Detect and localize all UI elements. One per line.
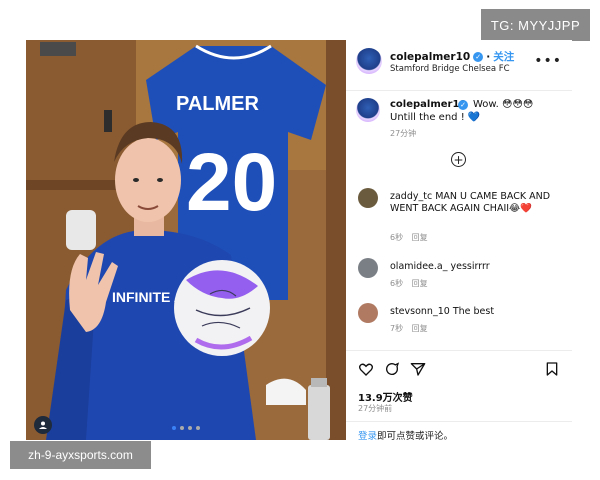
comment-body: zaddy_tc MAN U CAME BACK AND WENT BACK A… — [390, 191, 566, 215]
more-options-icon[interactable]: ••• — [534, 53, 562, 69]
comment-meta: 7秒 回复 — [390, 323, 434, 334]
watermark-bottom: zh-9-ayxsports.com — [10, 441, 151, 469]
likes-count[interactable]: 13.9万次赞 — [358, 389, 413, 404]
comment-body: stevsonn_10 The best — [390, 306, 566, 318]
login-prompt-text: 即可点赞或评论。 — [377, 431, 454, 440]
author-username[interactable]: colepalmer10 — [390, 51, 470, 63]
caption-text: Wow. 😳😳😳 — [473, 99, 534, 110]
comment-text: yessirrrr — [450, 261, 490, 272]
post-sidebar: colepalmer10 ✓ · 关注 Stamford Bridge Chel… — [346, 40, 572, 440]
jersey-name-text: PALMER — [176, 93, 260, 115]
verified-badge-icon: ✓ — [473, 51, 484, 62]
comment-text: The best — [452, 306, 495, 317]
comment-meta: 6秒 回复 — [390, 232, 434, 243]
share-send-icon[interactable] — [410, 361, 426, 377]
player-photo-illustration: PALMER 20 INFINITE ATHLETE — [26, 40, 346, 440]
load-more-comments-icon[interactable]: + — [451, 152, 466, 167]
commenter-avatar[interactable] — [358, 188, 378, 208]
caption-text-line2: Untill the end ! 💙 — [390, 112, 481, 123]
commenter-username[interactable]: zaddy_tc — [390, 191, 432, 202]
author-username-row: colepalmer10 ✓ · 关注 — [390, 49, 515, 64]
commenter-avatar[interactable] — [358, 258, 378, 278]
caption-time: 27分钟 — [390, 129, 417, 138]
login-prompt: 登录即可点赞或评论。 — [346, 421, 572, 440]
comment-time: 6秒 — [390, 233, 404, 242]
reply-button[interactable]: 回复 — [412, 279, 428, 288]
instagram-post-card: PALMER 20 INFINITE ATHLETE colepalmer10 … — [26, 40, 572, 440]
author-avatar[interactable] — [356, 48, 382, 74]
save-bookmark-icon[interactable] — [544, 361, 560, 377]
comment-bubble-icon[interactable] — [384, 361, 400, 377]
comment-time: 6秒 — [390, 279, 404, 288]
commenter-username[interactable]: stevsonn_10 — [390, 306, 450, 317]
caption-avatar[interactable] — [356, 98, 380, 122]
caption-verified-icon: ✓ — [458, 100, 468, 110]
follow-button[interactable]: 关注 — [493, 49, 514, 64]
commenter-username[interactable]: olamidee.a_ — [390, 261, 447, 272]
post-time: 27分钟前 — [358, 404, 393, 413]
caption-username[interactable]: colepalmer10 — [390, 99, 466, 110]
carousel-dot[interactable] — [196, 426, 200, 430]
comment-time: 7秒 — [390, 324, 404, 333]
like-heart-icon[interactable] — [358, 361, 374, 377]
login-link[interactable]: 登录 — [358, 431, 377, 440]
reply-button[interactable]: 回复 — [412, 324, 428, 333]
comment-body: olamidee.a_ yessirrrr — [390, 261, 566, 273]
post-location[interactable]: Stamford Bridge Chelsea FC — [390, 64, 510, 74]
post-header: colepalmer10 ✓ · 关注 Stamford Bridge Chel… — [346, 40, 572, 91]
jersey-number-text: 20 — [186, 137, 277, 228]
carousel-dot[interactable] — [180, 426, 184, 430]
commenter-avatar[interactable] — [358, 303, 378, 323]
post-actions: 13.9万次赞 27分钟前 登录即可点赞或评论。 — [346, 350, 572, 440]
post-photo[interactable]: PALMER 20 INFINITE ATHLETE — [26, 40, 346, 440]
carousel-dot[interactable] — [188, 426, 192, 430]
carousel-dot[interactable] — [172, 426, 176, 430]
reply-button[interactable]: 回复 — [412, 233, 428, 242]
watermark-top: TG: MYYJJPP — [481, 9, 590, 41]
tagged-user-icon[interactable] — [34, 416, 52, 434]
comment-meta: 6秒 回复 — [390, 278, 434, 289]
carousel-dots — [172, 426, 200, 430]
